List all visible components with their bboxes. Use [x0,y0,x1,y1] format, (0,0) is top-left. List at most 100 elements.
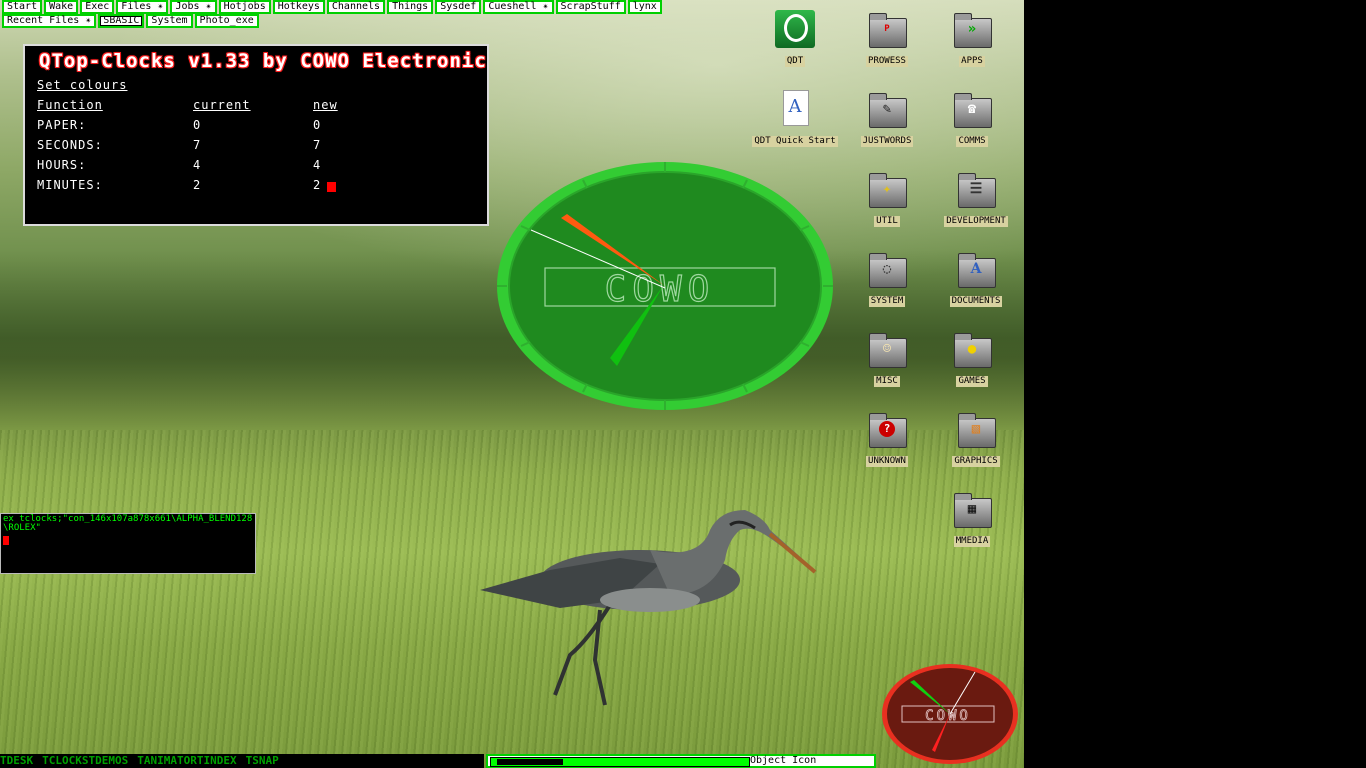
folder-icon: ✎ [867,90,907,128]
menu-channels[interactable]: Channels [326,0,386,14]
desktop-icon-games[interactable]: ● GAMES [937,330,1007,387]
row-hours-new[interactable]: 4 [313,158,321,172]
menu-hotkeys[interactable]: Hotkeys [272,0,325,14]
row-hours-label: HOURS: [37,158,87,172]
folder-icon: » [952,10,992,48]
desktop-icon-system[interactable]: ◌ SYSTEM [852,250,922,307]
menu-hotjobs[interactable]: Hotjobs [218,0,271,14]
heron-image [480,510,817,706]
taskbar-tsnap[interactable]: TSNAP [246,754,279,767]
icon-label: COMMS [956,136,988,147]
taskbar-buttons: TDESK TCLOCKSTDEMOS TANIMATORTINDEX TSNA… [0,754,484,768]
icon-label: JUSTWORDS [860,136,914,147]
text-cursor [327,182,336,192]
menu-recent-files[interactable]: Recent Files ✴ [2,14,97,28]
menu-wake[interactable]: Wake [44,0,79,14]
row-minutes-new[interactable]: 2 [313,178,321,192]
qdt-logo-icon [775,10,815,48]
row-paper-new[interactable]: 0 [313,118,321,132]
folder-icon: P [867,10,907,48]
secondary-menu-bar: Recent Files ✴ SBASIC System Photo_exe [2,14,259,28]
icon-label: GAMES [956,376,988,387]
row-seconds-new[interactable]: 7 [313,138,321,152]
command-window[interactable]: ex tclocks;"con_146x107a878x661\ALPHA_BL… [0,513,256,574]
folder-icon: ☰ [956,170,996,208]
folder-icon: A [956,250,996,288]
menu-sbasic[interactable]: SBASIC [98,14,145,28]
row-hours-current: 4 [193,158,202,172]
qtop-clocks-config-window[interactable]: QTop-Clocks v1.33 by COWO Electronic Set… [23,44,489,226]
status-text: Object Icon [750,755,817,766]
menu-system[interactable]: System [146,14,193,28]
icon-label: QDT Quick Start [752,136,838,147]
row-seconds-current: 7 [193,138,202,152]
icon-label: DOCUMENTS [949,296,1003,307]
menu-scrapstuff[interactable]: ScrapStuff [555,0,626,14]
menu-things[interactable]: Things [387,0,434,14]
icon-label: DEVELOPMENT [944,216,1008,227]
header-function: Function [37,98,103,112]
desktop-icon-justwords[interactable]: ✎ JUSTWORDS [852,90,922,147]
desktop-icon-qdt-quick-start[interactable]: A QDT Quick Start [745,90,845,147]
menu-files[interactable]: Files ✴ [116,0,169,14]
folder-icon: ✦ [867,170,907,208]
folder-icon: ▦ [952,490,992,528]
desktop-icon-graphics[interactable]: ▧ GRAPHICS [937,410,1015,467]
clock-logo: COWO [605,269,716,310]
row-minutes-label: MINUTES: [37,178,103,192]
menu-lynx[interactable]: lynx [627,0,662,14]
analog-clock-large[interactable]: COWO [495,160,835,412]
desktop-icon-unknown[interactable]: ? UNKNOWN [852,410,922,467]
taskbar-tindex[interactable]: TINDEX [197,754,237,767]
status-progress [490,757,750,767]
analog-clock-small[interactable]: COWO [880,662,1020,766]
folder-icon: ☎ [952,90,992,128]
row-paper-current: 0 [193,118,202,132]
desktop-icon-comms[interactable]: ☎ COMMS [937,90,1007,147]
status-bar: Object Icon [486,754,876,768]
menu-photo-exe[interactable]: Photo_exe [194,14,259,28]
desktop-icon-util[interactable]: ✦ UTIL [852,170,922,227]
taskbar-tdemos[interactable]: TDEMOS [88,754,128,767]
menu-sysdef[interactable]: Sysdef [435,0,482,14]
taskbar-tclocks[interactable]: TCLOCKS [42,754,88,767]
folder-icon: ● [952,330,992,368]
menu-cueshell[interactable]: Cueshell ✴ [483,0,554,14]
desktop-background: Start Wake Exec Files ✴ Jobs ✴ Hotjobs H… [0,0,1024,768]
folder-icon: ◌ [867,250,907,288]
icon-label: QDT [784,56,806,67]
desktop-icon-development[interactable]: ☰ DEVELOPMENT [937,170,1015,227]
desktop-icon-qdt[interactable]: QDT [760,10,830,67]
icon-label: SYSTEM [868,296,906,307]
folder-icon: ▧ [956,410,996,448]
taskbar-tdesk[interactable]: TDESK [0,754,33,767]
taskbar-tanimator[interactable]: TANIMATOR [137,754,197,767]
row-minutes-current: 2 [193,178,202,192]
icon-label: UNKNOWN [866,456,908,467]
command-cursor [3,536,9,545]
command-text: ex tclocks;"con_146x107a878x661\ALPHA_BL… [3,514,253,533]
icon-label: UTIL [874,216,900,227]
menu-jobs[interactable]: Jobs ✴ [170,0,217,14]
folder-icon: ☺ [867,330,907,368]
config-window-subtitle: Set colours [37,78,128,92]
menu-start[interactable]: Start [2,0,43,14]
document-icon: A [775,90,815,128]
config-window-title: QTop-Clocks v1.33 by COWO Electronic [39,50,487,72]
desktop-icon-misc[interactable]: ☺ MISC [852,330,922,387]
icon-label: MISC [874,376,900,387]
desktop-icon-documents[interactable]: A DOCUMENTS [937,250,1015,307]
desktop-icon-mmedia[interactable]: ▦ MMEDIA [937,490,1007,547]
icon-label: MMEDIA [953,536,991,547]
desktop-icon-apps[interactable]: » APPS [937,10,1007,67]
header-new: new [313,98,338,112]
small-clock-logo: COWO [925,708,971,724]
desktop-icon-prowess[interactable]: P PROWESS [852,10,922,67]
main-menu-bar: Start Wake Exec Files ✴ Jobs ✴ Hotjobs H… [2,0,662,14]
icon-label: GRAPHICS [952,456,1000,467]
icon-label: PROWESS [866,56,908,67]
menu-exec[interactable]: Exec [80,0,115,14]
row-seconds-label: SECONDS: [37,138,103,152]
row-paper-label: PAPER: [37,118,87,132]
icon-label: APPS [959,56,985,67]
